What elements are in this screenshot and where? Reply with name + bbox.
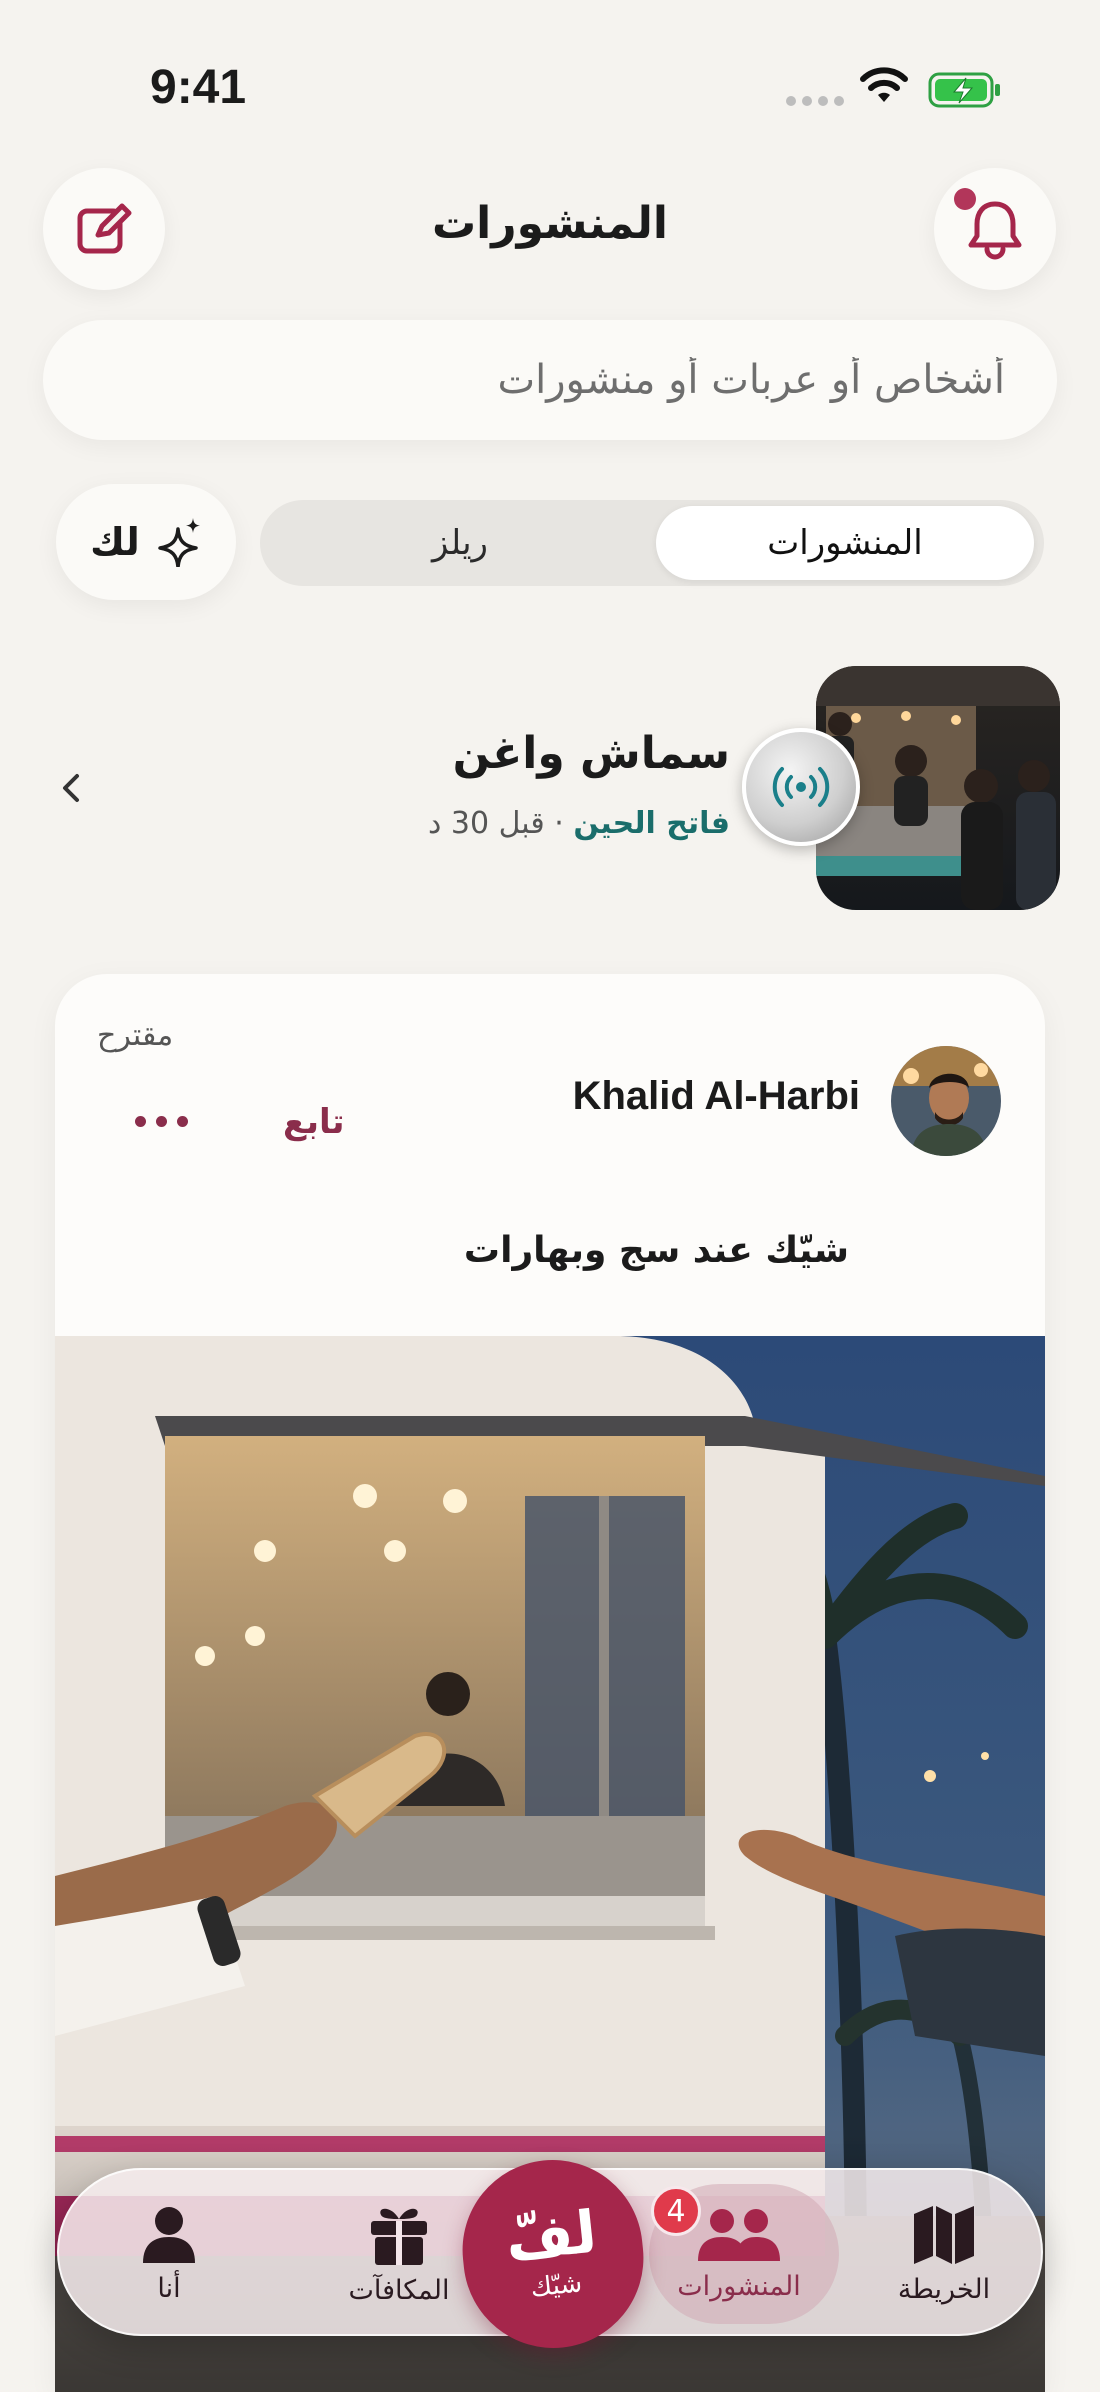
gift-icon	[371, 2208, 427, 2265]
tab-map-label: الخريطة	[897, 2273, 991, 2305]
tab-posts[interactable]: المنشورات	[656, 506, 1034, 580]
notification-dot	[954, 188, 976, 210]
tab-map[interactable]: الخريطة	[859, 2170, 1029, 2338]
author-name[interactable]: Khalid Al-Harbi	[573, 1074, 860, 1119]
status-time: 9:41	[150, 61, 247, 114]
suggested-label: مقترح	[97, 1018, 174, 1053]
avatar[interactable]	[891, 1046, 1001, 1156]
tab-me-label: أنا	[157, 2272, 181, 2304]
bell-icon	[968, 201, 1022, 260]
meta-separator: ·	[554, 806, 564, 841]
sparkles-icon	[158, 518, 200, 567]
battery-charging-icon	[928, 72, 1000, 108]
more-options-icon[interactable]	[135, 1116, 188, 1127]
live-signal-badge	[742, 728, 860, 846]
bottom-tab-bar: الخريطة المنشورات 4 لفّ شيّك المكافآت أن…	[57, 2151, 1043, 2357]
cellular-signal-icon	[786, 96, 844, 106]
place-card[interactable]: سماش واغن فاتح الحين · قبل 30 د	[40, 666, 1060, 910]
place-name: سماش واغن	[452, 728, 730, 779]
post-caption: شيّك عند سج وبهارات	[463, 1230, 849, 1271]
open-status: فاتح الحين	[573, 806, 730, 841]
tab-reels[interactable]: ريلز	[270, 506, 650, 580]
people-icon	[698, 2208, 780, 2261]
chevron-left-icon[interactable]	[50, 766, 94, 810]
center-button-label: شيّك	[529, 2268, 584, 2304]
tab-me[interactable]: أنا	[99, 2170, 239, 2338]
place-meta: فاتح الحين · قبل 30 د	[428, 806, 730, 841]
compose-button[interactable]	[43, 168, 165, 290]
map-icon	[914, 2205, 974, 2264]
notifications-button[interactable]	[934, 168, 1056, 290]
app-logo: لفّ	[502, 2197, 600, 2275]
tab-rewards-label: المكافآت	[348, 2274, 450, 2306]
broadcast-icon	[772, 767, 830, 807]
posts-count-badge: 4	[651, 2186, 701, 2236]
compose-icon	[77, 203, 132, 254]
person-icon	[143, 2206, 195, 2263]
tab-posts-label: المنشورات	[677, 2270, 801, 2302]
tab-rewards[interactable]: المكافآت	[299, 2170, 499, 2338]
for-you-button[interactable]: لك	[56, 484, 236, 600]
search-input[interactable]	[43, 320, 1057, 440]
time-ago: قبل 30 د	[427, 806, 545, 841]
page-title: المنشورات	[431, 198, 669, 249]
for-you-label: لك	[90, 520, 140, 564]
feed-segmented-control: ريلز المنشورات	[260, 500, 1044, 586]
follow-button[interactable]: تابع	[283, 1102, 345, 1142]
wifi-icon	[860, 67, 908, 102]
status-bar: 9:41	[0, 0, 1100, 170]
